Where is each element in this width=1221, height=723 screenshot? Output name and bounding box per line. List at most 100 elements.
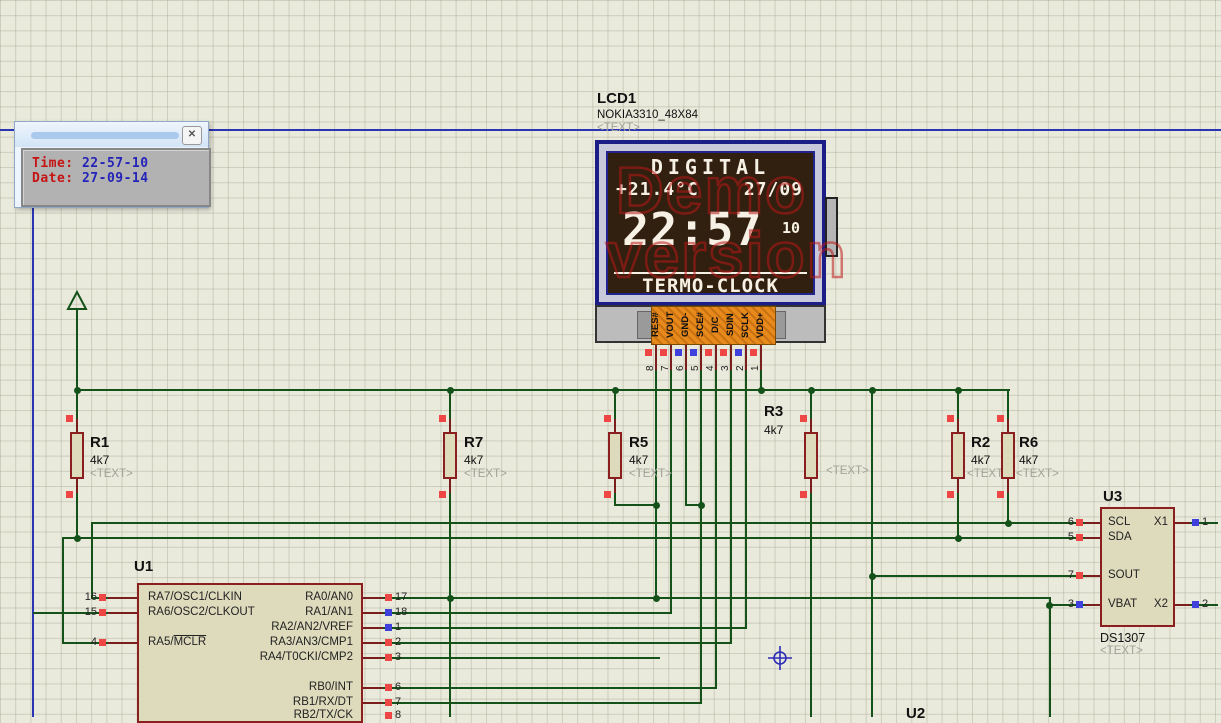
pin-tag bbox=[385, 639, 392, 646]
wire-segment[interactable] bbox=[957, 390, 959, 419]
resistor-body[interactable] bbox=[804, 432, 818, 479]
rtc-debug-popup[interactable]: ✕ Time: 22-57-10 Date: 27-09-14 bbox=[14, 121, 209, 208]
u1-pin-label: RA2/AN2/VREF bbox=[175, 621, 353, 633]
lcd-pin-number: 5 bbox=[690, 357, 702, 371]
junction-dot bbox=[447, 595, 454, 602]
u1-pin-label: RA4/T0CKI/CMP2 bbox=[175, 651, 353, 663]
date-label: Date: bbox=[32, 171, 74, 186]
resistor-placeholder: <TEXT> bbox=[1016, 468, 1059, 480]
wire-segment[interactable] bbox=[1049, 598, 1051, 717]
pin-tag bbox=[675, 349, 682, 356]
wire-segment[interactable] bbox=[655, 370, 657, 599]
lcd-pin-number: 3 bbox=[720, 357, 732, 371]
power-terminal-icon[interactable] bbox=[65, 289, 89, 313]
wire-segment[interactable] bbox=[62, 537, 64, 644]
pin-tag bbox=[947, 415, 954, 422]
wire-segment[interactable] bbox=[700, 370, 702, 704]
resistor-body[interactable] bbox=[70, 432, 84, 479]
wire-segment[interactable] bbox=[1007, 390, 1009, 419]
pin-tag bbox=[997, 491, 1004, 498]
wire-segment[interactable] bbox=[91, 522, 1086, 524]
wire-segment[interactable] bbox=[383, 612, 672, 614]
pin-stub bbox=[76, 478, 78, 493]
pin-tag bbox=[99, 639, 106, 646]
u1-pin-label: RB1/RX/DT bbox=[175, 696, 353, 708]
u1-ref-label[interactable]: U1 bbox=[134, 558, 153, 575]
wire-segment[interactable] bbox=[685, 370, 687, 506]
u1-pin-number: 1 bbox=[395, 621, 401, 633]
wire-segment[interactable] bbox=[957, 493, 959, 539]
resistor-value: 4k7 bbox=[629, 453, 648, 467]
wire-segment[interactable] bbox=[76, 309, 78, 390]
resistor-ref[interactable]: R6 bbox=[1019, 434, 1038, 451]
date-value: 27-09-14 bbox=[82, 171, 149, 186]
lcd-ref-label[interactable]: LCD1 bbox=[597, 90, 636, 107]
wire-segment[interactable] bbox=[383, 657, 660, 659]
pin-tag bbox=[800, 491, 807, 498]
pin-tag bbox=[997, 415, 1004, 422]
wire-segment[interactable] bbox=[449, 493, 451, 717]
wire-segment[interactable] bbox=[383, 597, 1051, 599]
pin-tag bbox=[385, 624, 392, 631]
u1-pin-number: 3 bbox=[395, 651, 401, 663]
lcd-pin-number: 4 bbox=[705, 357, 717, 371]
wire-segment[interactable] bbox=[730, 370, 732, 644]
lcd-pin-name: RES# bbox=[649, 306, 663, 344]
u1-pin-label: RA0/AN0 bbox=[175, 591, 353, 603]
wire-segment[interactable] bbox=[871, 390, 873, 717]
pin-tag bbox=[1076, 519, 1083, 526]
junction-dot bbox=[653, 502, 660, 509]
junction-dot bbox=[1005, 520, 1012, 527]
pin-stub bbox=[363, 612, 383, 614]
resistor-placeholder: <TEXT> bbox=[629, 468, 672, 480]
wire-segment[interactable] bbox=[614, 504, 658, 506]
resistor-body[interactable] bbox=[951, 432, 965, 479]
junction-dot bbox=[612, 387, 619, 394]
pin-label-prefix: RA5/ bbox=[148, 636, 174, 648]
wire-segment[interactable] bbox=[614, 390, 616, 419]
wire-segment[interactable] bbox=[76, 390, 78, 419]
pin-stub bbox=[363, 627, 383, 629]
resistor-ref[interactable]: R3 bbox=[764, 403, 783, 420]
resistor-ref[interactable]: R5 bbox=[629, 434, 648, 451]
resistor-ref[interactable]: R2 bbox=[971, 434, 990, 451]
wire-segment[interactable] bbox=[670, 370, 672, 614]
wire-segment[interactable] bbox=[76, 493, 78, 539]
lcd-pin-name: VDD+ bbox=[754, 306, 768, 344]
resistor-body[interactable] bbox=[608, 432, 622, 479]
u1-pin-number: 4 bbox=[72, 636, 97, 648]
wire-segment[interactable] bbox=[62, 537, 1086, 539]
resistor-body[interactable] bbox=[1001, 432, 1015, 479]
pin-stub bbox=[108, 642, 137, 644]
wire-segment[interactable] bbox=[745, 370, 747, 629]
junction-dot bbox=[447, 387, 454, 394]
u3-ref-label[interactable]: U3 bbox=[1103, 488, 1122, 505]
resistor-placeholder: <TEXT> bbox=[464, 468, 507, 480]
u2-ref-label[interactable]: U2 bbox=[906, 705, 925, 722]
wire-segment[interactable] bbox=[810, 493, 812, 717]
junction-dot bbox=[74, 535, 81, 542]
time-label: Time: bbox=[32, 156, 74, 171]
resistor-body[interactable] bbox=[443, 432, 457, 479]
close-icon[interactable]: ✕ bbox=[182, 126, 202, 145]
resistor-ref[interactable]: R1 bbox=[90, 434, 109, 451]
wire-segment[interactable] bbox=[810, 390, 812, 419]
wire-segment[interactable] bbox=[383, 627, 747, 629]
u3-pin-number: 3 bbox=[1054, 598, 1074, 610]
popup-date-row: Date: 27-09-14 bbox=[32, 171, 209, 186]
resistor-placeholder: <TEXT> bbox=[826, 465, 869, 477]
wire-segment[interactable] bbox=[383, 642, 732, 644]
wire-segment[interactable] bbox=[383, 702, 702, 704]
resistor-ref[interactable]: R7 bbox=[464, 434, 483, 451]
wire-segment[interactable] bbox=[91, 522, 93, 599]
u1-pin-number: 7 bbox=[395, 696, 401, 708]
pin-tag bbox=[750, 349, 757, 356]
wire-segment[interactable] bbox=[871, 575, 1085, 577]
lcd-pin-number: 6 bbox=[675, 357, 687, 371]
wire-segment[interactable] bbox=[449, 390, 451, 419]
pin-stub bbox=[108, 612, 137, 614]
u3-pin-label: SCL bbox=[1108, 516, 1130, 528]
wire-segment[interactable] bbox=[383, 687, 717, 689]
u3-pin-number: 1 bbox=[1202, 516, 1208, 528]
u1-pin-number: 16 bbox=[72, 591, 97, 603]
